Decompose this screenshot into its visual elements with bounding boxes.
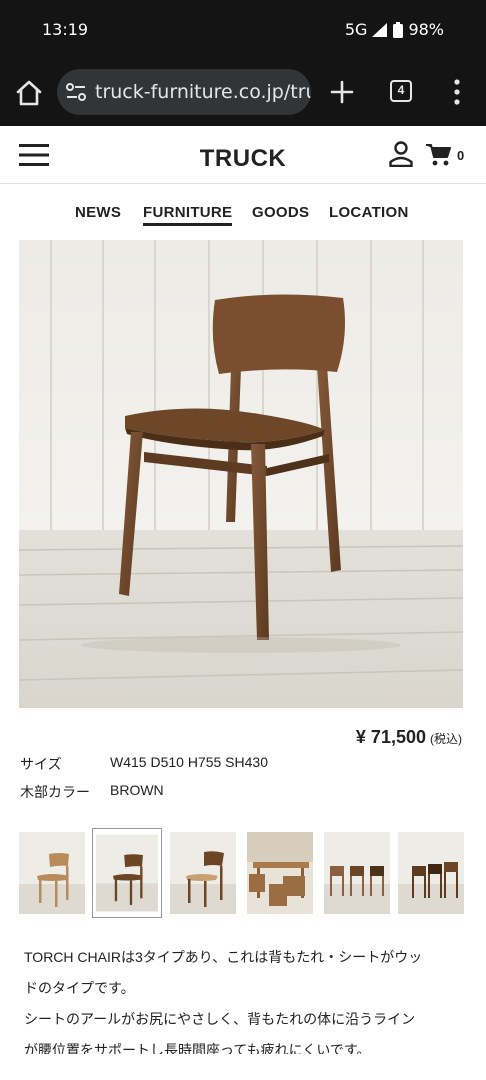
description-line: シートのアールがお尻にやさしく、背もたれの体に沿うライン — [24, 1011, 416, 1027]
battery-icon — [393, 21, 404, 38]
home-icon[interactable] — [14, 78, 44, 108]
nav-goods[interactable]: GOODS — [252, 204, 309, 221]
description-line: が腰位置をサポートし長時間座っても疲れにくいです。 — [24, 1042, 371, 1054]
description-line: TORCH CHAIRは3タイプあり、これは背もたれ・シートがウッ — [24, 949, 423, 965]
user-icon[interactable] — [389, 141, 413, 167]
price-row: ¥ 71,500 (税込) — [356, 727, 462, 748]
thumbnail-5[interactable] — [324, 832, 390, 914]
site-logo[interactable]: TRUCK — [0, 145, 486, 173]
cart-count: 0 — [457, 148, 465, 163]
status-bar: 13:19 5G 98% — [0, 0, 486, 58]
cart-icon[interactable] — [426, 143, 452, 167]
network-label: 5G — [344, 20, 368, 39]
browser-toolbar: truck-furniture.co.jp/truc 4 — [0, 58, 486, 126]
chair-photo — [19, 240, 463, 708]
thumbnail-2[interactable] — [92, 828, 162, 918]
tab-switcher-icon[interactable]: 4 — [390, 80, 412, 102]
nav-news[interactable]: NEWS — [75, 204, 121, 221]
url-text: truck-furniture.co.jp/truc — [95, 81, 311, 103]
thumbnail-3[interactable] — [170, 832, 236, 914]
nav-furniture[interactable]: FURNITURE — [143, 204, 233, 226]
site-settings-icon[interactable] — [65, 82, 87, 102]
thumbnail-1[interactable] — [19, 832, 85, 914]
address-bar[interactable]: truck-furniture.co.jp/truc — [57, 69, 311, 115]
product-description: TORCH CHAIRは3タイプあり、これは背もたれ・シートがウッ ドのタイプで… — [24, 942, 464, 1054]
main-nav: NEWS FURNITURE GOODS LOCATION — [0, 184, 486, 240]
status-indicators: 5G 98% — [345, 20, 444, 39]
thumbnail-6[interactable] — [398, 832, 464, 914]
spec-label: 木部カラー — [20, 784, 90, 800]
description-line: ドのタイプです。 — [24, 980, 135, 996]
overflow-menu-icon[interactable] — [450, 77, 464, 107]
product-price: ¥ 71,500 — [355, 727, 426, 747]
product-main-image[interactable] — [19, 240, 463, 708]
battery-level: 98% — [408, 20, 444, 39]
status-time: 13:19 — [42, 20, 89, 39]
spec-value: W415 D510 H755 SH430 — [110, 754, 268, 770]
site-header: TRUCK 0 — [0, 126, 486, 184]
signal-icon — [372, 22, 388, 37]
plus-icon[interactable] — [329, 79, 355, 105]
tax-note: (税込) — [430, 732, 462, 746]
thumbnail-4[interactable] — [247, 832, 313, 914]
nav-location[interactable]: LOCATION — [329, 204, 409, 221]
spec-label: サイズ — [20, 756, 62, 772]
spec-value: BROWN — [110, 782, 164, 798]
thumbnail-strip — [19, 828, 486, 918]
